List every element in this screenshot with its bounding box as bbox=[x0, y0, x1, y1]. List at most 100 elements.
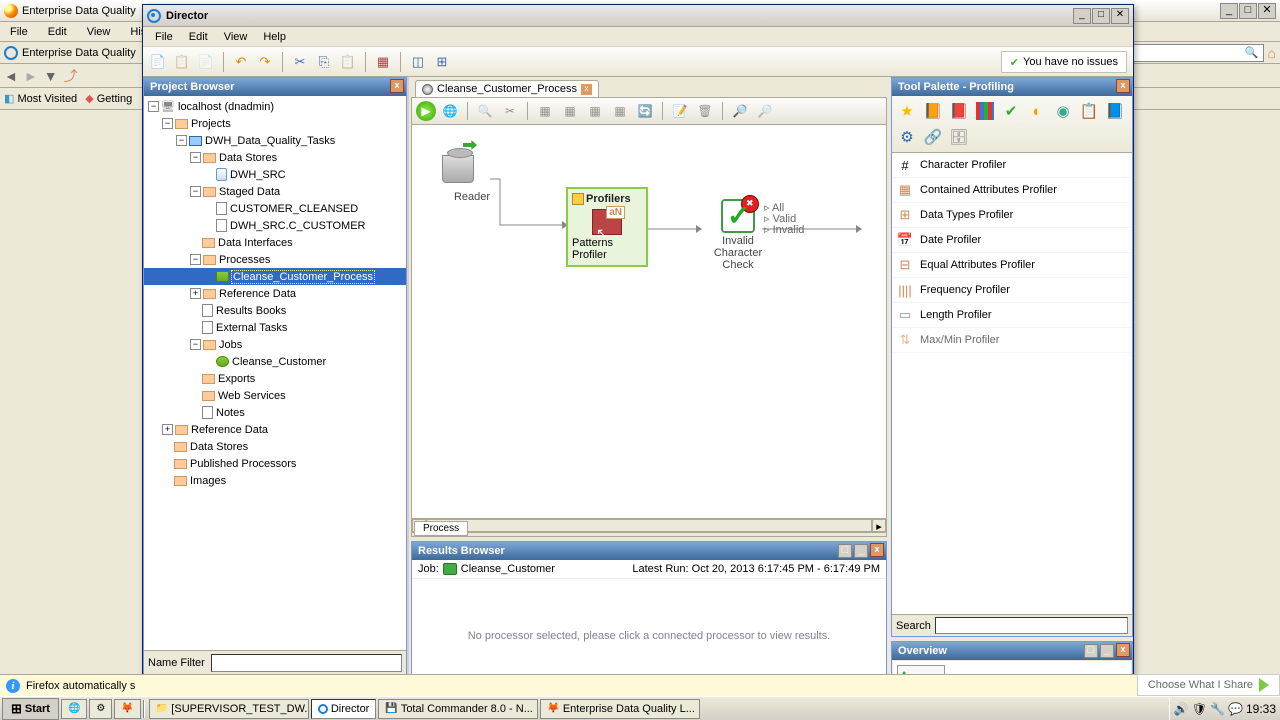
menu-help[interactable]: Help bbox=[257, 29, 292, 45]
project-tree[interactable]: −🖥localhost (dnadmin) −Projects −DWH_Dat… bbox=[144, 96, 406, 650]
tree-cust-cleansed[interactable]: CUSTOMER_CLEANSED bbox=[144, 200, 406, 217]
tool-item[interactable]: ▭Length Profiler bbox=[892, 303, 1132, 328]
overview-min-button[interactable]: _ bbox=[1100, 644, 1114, 658]
cut-icon[interactable]: ✂ bbox=[289, 51, 311, 73]
db-icon[interactable]: 🗄 bbox=[947, 125, 971, 149]
copy-icon[interactable]: 📋 bbox=[171, 51, 193, 73]
nav-down-icon[interactable]: ▼ bbox=[44, 68, 58, 84]
layout2-icon[interactable]: ⊞ bbox=[431, 51, 453, 73]
director-min-button[interactable]: _ bbox=[1073, 8, 1091, 24]
tree-server[interactable]: −🖥localhost (dnadmin) bbox=[144, 98, 406, 115]
tray-icon[interactable]: 🔊 bbox=[1174, 702, 1189, 716]
firefox-min-button[interactable]: _ bbox=[1220, 3, 1238, 19]
reference-icon[interactable]: 🔗 bbox=[921, 125, 945, 149]
new-icon[interactable]: 📄 bbox=[147, 51, 169, 73]
tool-item[interactable]: ⊞Data Types Profiler bbox=[892, 203, 1132, 228]
taskbar-item[interactable]: 📁 [SUPERVISOR_TEST_DW... bbox=[149, 699, 309, 719]
align2-icon[interactable]: ▦ bbox=[559, 100, 581, 122]
tool-item[interactable]: #Character Profiler bbox=[892, 153, 1132, 178]
cluster-icon[interactable]: ⚙ bbox=[895, 125, 919, 149]
quicklaunch-firefox-icon[interactable]: 🦊 bbox=[114, 699, 140, 719]
zoom2-icon[interactable]: 🔎 bbox=[754, 100, 776, 122]
search-icon[interactable]: 🔍 bbox=[1245, 46, 1259, 59]
zoom-icon[interactable]: 🔎 bbox=[729, 100, 751, 122]
quicklaunch-app-icon[interactable]: ⚙ bbox=[89, 699, 112, 719]
refresh-icon[interactable]: 🔄 bbox=[634, 100, 656, 122]
copy2-icon[interactable]: ⎘ bbox=[313, 51, 335, 73]
tree-staged-data[interactable]: −Staged Data bbox=[144, 183, 406, 200]
browser-tab-label[interactable]: Enterprise Data Quality bbox=[22, 47, 136, 59]
start-button[interactable]: ⊞ Start bbox=[2, 698, 59, 720]
tool-item[interactable]: ⇅Max/Min Profiler bbox=[892, 328, 1132, 353]
quicklaunch-ie-icon[interactable]: 🌐 bbox=[61, 699, 87, 719]
tool-palette-close-button[interactable]: x bbox=[1116, 79, 1130, 93]
home-icon[interactable]: ⌂ bbox=[1268, 45, 1276, 61]
overview-max-button[interactable]: □ bbox=[1084, 644, 1098, 658]
reader-node[interactable]: Reader bbox=[442, 155, 502, 203]
process-tab[interactable]: Process bbox=[414, 521, 468, 536]
system-tray[interactable]: 🔊 🛡 🔧 💬 19:33 bbox=[1169, 698, 1280, 720]
tree-images[interactable]: Images bbox=[144, 472, 406, 489]
tool-item[interactable]: ▦Contained Attributes Profiler bbox=[892, 178, 1132, 203]
firefox-menu-edit[interactable]: Edit bbox=[42, 24, 73, 40]
layout1-icon[interactable]: ◫ bbox=[407, 51, 429, 73]
tree-dwh-src-cust[interactable]: DWH_SRC.C_CUSTOMER bbox=[144, 217, 406, 234]
tree-cleanse-job[interactable]: Cleanse_Customer bbox=[144, 353, 406, 370]
scroll-right-icon[interactable]: ▸ bbox=[872, 519, 886, 532]
choose-share-button[interactable]: Choose What I Share bbox=[1137, 674, 1280, 696]
tree-jobs[interactable]: −Jobs bbox=[144, 336, 406, 353]
menu-view[interactable]: View bbox=[218, 29, 254, 45]
tree-projects[interactable]: −Projects bbox=[144, 115, 406, 132]
tray-icon[interactable]: 🔧 bbox=[1210, 702, 1225, 716]
project-browser-close-button[interactable]: x bbox=[390, 79, 404, 93]
paste2-icon[interactable]: 📋 bbox=[337, 51, 359, 73]
tree-cleanse-process[interactable]: Cleanse_Customer_Process bbox=[144, 268, 406, 285]
delete-icon[interactable]: ▦ bbox=[372, 51, 394, 73]
bookmark-getting[interactable]: ◆ Getting bbox=[85, 92, 132, 105]
paste-icon[interactable]: 📄 bbox=[195, 51, 217, 73]
tool-item[interactable]: 📅Date Profiler bbox=[892, 228, 1132, 253]
firefox-menu-file[interactable]: File bbox=[4, 24, 34, 40]
tree-notes[interactable]: Notes bbox=[144, 404, 406, 421]
align4-icon[interactable]: ▦ bbox=[609, 100, 631, 122]
profiling-icon[interactable] bbox=[973, 99, 997, 123]
align3-icon[interactable]: ▦ bbox=[584, 100, 606, 122]
overview-close-button[interactable]: x bbox=[1116, 643, 1130, 657]
profilers-group[interactable]: Profilers ↖ Patterns Profiler bbox=[566, 187, 648, 267]
tray-icon[interactable]: 💬 bbox=[1228, 702, 1243, 716]
favorites-icon[interactable]: ★ bbox=[895, 99, 919, 123]
match-icon[interactable]: ◉ bbox=[1051, 99, 1075, 123]
job-name[interactable]: Cleanse_Customer bbox=[461, 563, 555, 575]
director-titlebar[interactable]: Director _ □ ✕ bbox=[143, 5, 1133, 27]
firefox-max-button[interactable]: □ bbox=[1239, 3, 1257, 19]
results-max-button[interactable]: □ bbox=[838, 544, 852, 558]
clock[interactable]: 19:33 bbox=[1246, 702, 1276, 716]
firefox-close-button[interactable]: ✕ bbox=[1258, 3, 1276, 19]
tree-web-services[interactable]: Web Services bbox=[144, 387, 406, 404]
tool-list[interactable]: #Character Profiler ▦Contained Attribute… bbox=[892, 153, 1132, 614]
tree-published-processors[interactable]: Published Processors bbox=[144, 455, 406, 472]
nav-back-icon[interactable]: ◄ bbox=[4, 68, 18, 84]
tree-data-stores[interactable]: −Data Stores bbox=[144, 149, 406, 166]
firefox-info-bar[interactable]: i Firefox automatically s bbox=[0, 674, 1280, 696]
menu-file[interactable]: File bbox=[149, 29, 179, 45]
tree-exports[interactable]: Exports bbox=[144, 370, 406, 387]
cut-icon[interactable]: ✂ bbox=[499, 100, 521, 122]
tool-item[interactable]: ⊟Equal Attributes Profiler bbox=[892, 253, 1132, 278]
palette-search-input[interactable] bbox=[935, 617, 1128, 634]
tray-icon[interactable]: 🛡 bbox=[1192, 702, 1207, 716]
results-min-button[interactable]: _ bbox=[854, 544, 868, 558]
tool-item[interactable]: ||||Frequency Profiler bbox=[892, 278, 1132, 303]
tree-reference-data[interactable]: +Reference Data bbox=[144, 285, 406, 302]
note-icon[interactable]: 📝 bbox=[669, 100, 691, 122]
taskbar-item[interactable]: 💾 Total Commander 8.0 - N... bbox=[378, 699, 538, 719]
process-canvas[interactable]: Reader Profilers ↖ Patterns Profiler Inv… bbox=[411, 125, 887, 519]
write-icon[interactable]: 📕 bbox=[947, 99, 971, 123]
results-close-button[interactable]: x bbox=[870, 543, 884, 557]
tree-processes[interactable]: −Processes bbox=[144, 251, 406, 268]
zoom-in-icon[interactable]: 🔍 bbox=[474, 100, 496, 122]
tree-data-interfaces[interactable]: Data Interfaces bbox=[144, 234, 406, 251]
tree-reference-data2[interactable]: +Reference Data bbox=[144, 421, 406, 438]
canvas-tab-close-button[interactable]: x bbox=[581, 84, 592, 95]
tree-proj1[interactable]: −DWH_Data_Quality_Tasks bbox=[144, 132, 406, 149]
